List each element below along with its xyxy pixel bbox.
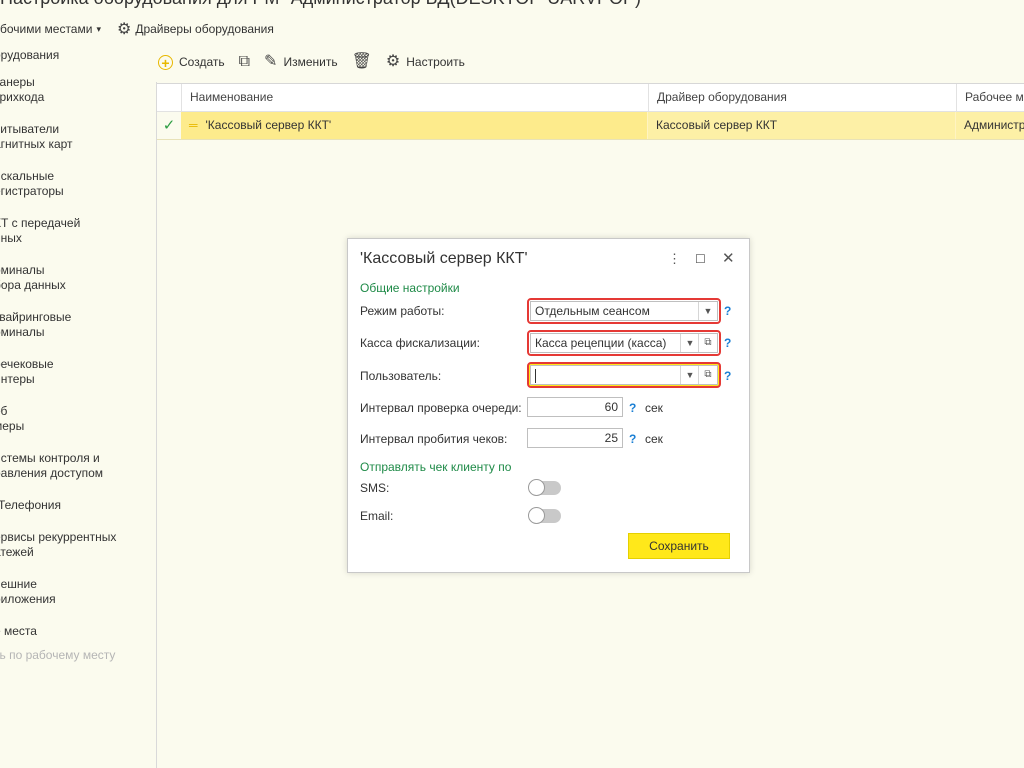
sidebar-item-workplaces[interactable]: е места <box>0 624 149 639</box>
pencil-icon: ✎ <box>264 53 278 70</box>
row-name-cell: ═ 'Кассовый сервер ККТ' <box>181 112 647 139</box>
close-icon[interactable]: ✕ <box>722 249 735 267</box>
workplaces-menu[interactable]: бочими местами ▾ <box>0 22 101 36</box>
toggle-knob <box>528 479 545 496</box>
section-send-receipt: Отправлять чек клиенту по <box>360 460 512 474</box>
create-button[interactable]: + Создать <box>158 54 225 70</box>
edit-button[interactable]: ✎ Изменить <box>264 54 338 70</box>
print-interval-input[interactable]: 25 <box>527 428 623 448</box>
copy-button[interactable]: ⧉ <box>239 54 250 70</box>
row-driver: Кассовый сервер ККТ <box>647 112 955 139</box>
open-icon[interactable]: ⧉ <box>698 334 717 352</box>
print-interval-unit: сек <box>645 432 663 446</box>
mark-column-header <box>157 84 181 111</box>
configure-label: Настроить <box>406 55 465 69</box>
item-icon: ═ <box>189 118 198 132</box>
column-header-driver[interactable]: Драйвер оборудования <box>648 84 956 111</box>
sidebar-item-receipt-printers[interactable]: речековые интеры <box>0 357 149 387</box>
sidebar-item-data-terminals[interactable]: рминалы бора данных <box>0 263 149 293</box>
queue-interval-label: Интервал проверка очереди: <box>360 401 522 415</box>
sidebar-item-barcode-scanners[interactable]: канеры трихкода <box>0 75 149 105</box>
sidebar-item-fiscal-registrars[interactable]: искальные егистраторы <box>0 169 149 199</box>
column-header-name[interactable]: Наименование <box>181 84 648 111</box>
top-menu: бочими местами ▾ ⚙ Драйверы оборудования <box>0 18 274 40</box>
sms-toggle[interactable] <box>528 479 561 496</box>
drivers-link[interactable]: ⚙ Драйверы оборудования <box>117 19 274 39</box>
user-input[interactable]: ▼ ⧉ <box>530 365 718 385</box>
configure-button[interactable]: ⚙ Настроить <box>386 54 465 70</box>
queue-interval-help[interactable]: ? <box>629 401 636 415</box>
workplaces-label: бочими местами <box>0 22 93 36</box>
maximize-icon[interactable]: ☐ <box>695 252 706 266</box>
gear-icon: ⚙ <box>116 21 132 38</box>
edit-label: Изменить <box>283 55 338 69</box>
sidebar-item-recurring-payments[interactable]: ервисы рекуррентных атежей <box>0 530 149 560</box>
sms-label: SMS: <box>360 481 390 495</box>
settings-dialog: 'Кассовый сервер ККТ' ⋮ ☐ ✕ Общие настро… <box>347 238 750 573</box>
user-help[interactable]: ? <box>724 369 731 383</box>
window-title: Настройка оборудования для РМ "Администр… <box>0 0 1024 8</box>
sidebar: орудования канеры трихкода читыватели аг… <box>0 48 149 680</box>
equipment-table: Наименование Драйвер оборудования Рабоче… <box>157 83 1024 140</box>
chevron-down-icon[interactable]: ▼ <box>680 334 699 352</box>
fiscal-help[interactable]: ? <box>724 336 731 350</box>
sidebar-item-web-cameras[interactable]: еб меры <box>0 404 149 434</box>
print-interval-label: Интервал пробития чеков: <box>360 432 508 446</box>
open-icon[interactable]: ⧉ <box>698 366 717 384</box>
row-workplace: Администратор БД <box>955 112 1024 139</box>
mode-select[interactable]: Отдельным сеансом ▼ <box>530 301 718 321</box>
section-general: Общие настройки <box>360 281 460 295</box>
more-icon[interactable]: ⋮ <box>668 251 681 267</box>
chevron-down-icon[interactable]: ▼ <box>680 366 699 384</box>
row-name: 'Кассовый сервер ККТ' <box>205 118 332 132</box>
plus-icon: + <box>158 54 173 70</box>
sidebar-item-equipment[interactable]: орудования <box>0 48 149 63</box>
text-cursor <box>535 368 536 383</box>
user-label: Пользователь: <box>360 369 442 383</box>
queue-interval-input[interactable]: 60 <box>527 397 623 417</box>
sidebar-item-workplace-filter[interactable]: ть по рабочему месту <box>0 648 149 663</box>
fiscal-select[interactable]: Касса рецепции (касса) ▼ ⧉ <box>530 333 718 353</box>
sidebar-item-external-apps[interactable]: нешние риложения <box>0 577 149 607</box>
sidebar-item-card-readers[interactable]: читыватели агнитных карт <box>0 122 149 152</box>
chevron-down-icon[interactable]: ▼ <box>698 302 717 320</box>
trash-icon: 🗑 <box>351 53 372 70</box>
mode-label: Режим работы: <box>360 304 445 318</box>
fiscal-label: Касса фискализации: <box>360 336 480 350</box>
sidebar-item-kkt-data-transfer[interactable]: КТ с передачей нных <box>0 216 149 246</box>
create-label: Создать <box>179 55 225 69</box>
fiscal-value: Касса рецепции (касса) <box>535 336 667 350</box>
mode-value: Отдельным сеансом <box>535 304 650 318</box>
email-toggle[interactable] <box>528 507 561 524</box>
email-label: Email: <box>360 509 394 523</box>
table-row[interactable]: ✓ ═ 'Кассовый сервер ККТ' Кассовый сервер… <box>157 112 1024 140</box>
toggle-knob <box>528 507 545 524</box>
gear-icon: ⚙ <box>385 53 401 70</box>
print-interval-help[interactable]: ? <box>629 432 636 446</box>
toolbar: + Создать ⧉ ✎ Изменить 🗑 ⚙ Настроить <box>158 50 479 74</box>
table-header: Наименование Драйвер оборудования Рабоче… <box>157 84 1024 112</box>
save-button[interactable]: Сохранить <box>628 533 730 559</box>
queue-interval-unit: сек <box>645 401 663 415</box>
sidebar-divider <box>156 82 157 768</box>
sidebar-item-ip-telephony[interactable]: -Телефония <box>0 498 149 513</box>
drivers-label: Драйверы оборудования <box>135 22 274 36</box>
dialog-title: 'Кассовый сервер ККТ' <box>360 250 528 267</box>
copy-icon: ⧉ <box>238 53 251 70</box>
chevron-down-icon: ▾ <box>96 23 101 34</box>
sidebar-item-access-control[interactable]: истемы контроля и равления доступом <box>0 451 149 481</box>
column-header-workplace[interactable]: Рабочее место <box>956 84 1024 111</box>
check-icon: ✓ <box>157 112 181 139</box>
delete-button[interactable]: 🗑 <box>352 54 372 70</box>
mode-help[interactable]: ? <box>724 304 731 318</box>
sidebar-item-acquiring-terminals[interactable]: квайринговые рминалы <box>0 310 149 340</box>
